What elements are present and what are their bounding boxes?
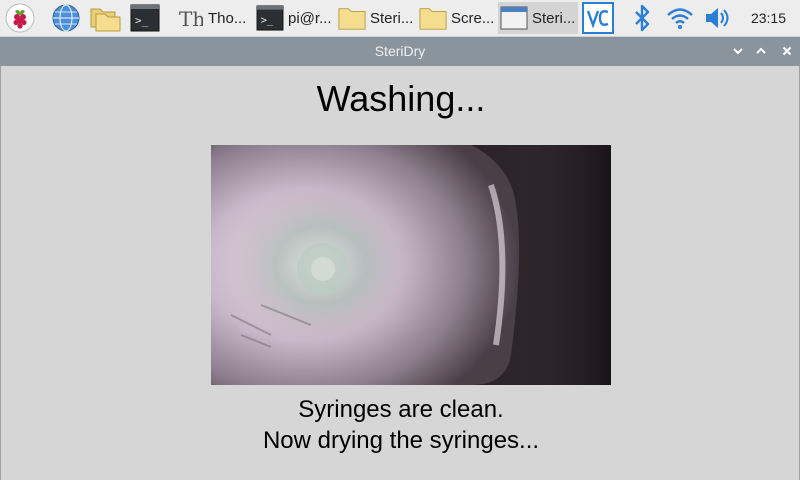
bluetooth-icon[interactable] bbox=[626, 2, 658, 34]
window-titlebar[interactable]: SteriDry bbox=[0, 37, 800, 66]
svg-text:Th: Th bbox=[179, 7, 203, 31]
clock[interactable]: 23:15 bbox=[751, 0, 786, 36]
window-icon bbox=[500, 4, 528, 32]
volume-icon[interactable] bbox=[702, 2, 734, 34]
task-label: Scre... bbox=[451, 9, 495, 27]
task-thonny[interactable]: Th Tho... bbox=[174, 2, 252, 34]
task-label: Tho... bbox=[208, 9, 247, 27]
folder-icon bbox=[419, 4, 447, 32]
task-steridry-window[interactable]: Steri... bbox=[498, 2, 578, 34]
taskbar: >_ Th Tho... >_ pi@r... Steri... Scre...… bbox=[0, 0, 800, 37]
task-folder-steridry[interactable]: Steri... bbox=[336, 2, 416, 34]
terminal-icon: >_ bbox=[256, 4, 284, 32]
web-browser-icon[interactable] bbox=[50, 2, 82, 34]
camera-feed bbox=[211, 145, 611, 385]
status-message-line2: Now drying the syringes... bbox=[262, 427, 540, 454]
app-content: Washing... Syringes are clean. Now dryin… bbox=[0, 66, 800, 480]
wifi-icon[interactable] bbox=[664, 2, 696, 34]
svg-text:>_: >_ bbox=[135, 14, 149, 27]
chevron-down-icon bbox=[733, 48, 743, 55]
terminal-icon[interactable]: >_ bbox=[129, 2, 161, 34]
status-heading: Washing... bbox=[316, 78, 486, 119]
vnc-icon[interactable] bbox=[582, 2, 614, 34]
task-label: Steri... bbox=[532, 9, 576, 27]
minimize-button[interactable] bbox=[730, 43, 746, 59]
task-terminal[interactable]: >_ pi@r... bbox=[254, 2, 334, 34]
status-message-line1: Syringes are clean. bbox=[298, 396, 504, 423]
svg-text:>_: >_ bbox=[261, 16, 274, 27]
task-label: Steri... bbox=[370, 9, 414, 27]
chevron-up-icon bbox=[756, 47, 766, 54]
task-folder-screenshots[interactable]: Scre... bbox=[417, 2, 497, 34]
folder-icon bbox=[338, 4, 366, 32]
close-button[interactable] bbox=[779, 43, 795, 59]
thonny-icon: Th bbox=[176, 4, 204, 32]
maximize-button[interactable] bbox=[753, 43, 769, 59]
raspberry-menu-icon[interactable] bbox=[4, 2, 36, 34]
file-manager-icon[interactable] bbox=[89, 2, 121, 34]
window-title: SteriDry bbox=[374, 43, 426, 59]
close-icon bbox=[782, 46, 792, 56]
task-label: pi@r... bbox=[288, 9, 332, 27]
